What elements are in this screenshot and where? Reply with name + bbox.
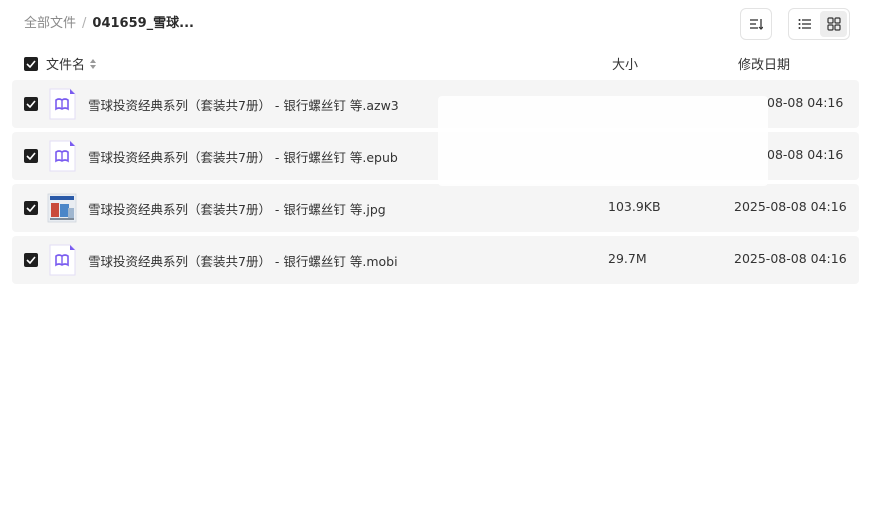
file-size: 103.9KB bbox=[608, 199, 661, 214]
breadcrumb-root-link[interactable]: 全部文件 bbox=[24, 14, 76, 34]
file-name[interactable]: 雪球投资经典系列（套装共7册） - 银行螺丝钉 等.mobi bbox=[88, 251, 398, 270]
file-name[interactable]: 雪球投资经典系列（套装共7册） - 银行螺丝钉 等.azw3 bbox=[88, 95, 399, 114]
check-icon bbox=[26, 204, 36, 212]
size-column-header[interactable]: 大小 bbox=[612, 54, 638, 73]
table-row[interactable]: 雪球投资经典系列（套装共7册） - 银行螺丝钉 等.mobi 29.7M 202… bbox=[12, 236, 859, 284]
grid-view-button[interactable] bbox=[820, 11, 847, 37]
grid-view-icon bbox=[826, 17, 841, 31]
top-bar: 全部文件 / 041659_雪球... bbox=[0, 0, 874, 48]
file-date: 2025-08-08 04:16 bbox=[734, 251, 847, 266]
list-view-icon bbox=[798, 19, 811, 29]
row-checkbox[interactable] bbox=[24, 149, 38, 163]
breadcrumb-separator: / bbox=[82, 16, 87, 31]
view-toggle bbox=[788, 8, 850, 40]
breadcrumb: 全部文件 / 041659_雪球... bbox=[24, 14, 194, 34]
loading-overlay bbox=[438, 96, 768, 186]
file-size: 29.7M bbox=[608, 251, 647, 266]
date-column-header[interactable]: 修改日期 bbox=[738, 54, 790, 73]
file-date: 08-08 04:16 bbox=[767, 147, 844, 162]
name-column-label: 文件名 bbox=[46, 58, 86, 73]
row-checkbox[interactable] bbox=[24, 253, 38, 267]
image-thumbnail-icon bbox=[47, 193, 77, 223]
column-header-row: 文件名 大小 修改日期 bbox=[0, 52, 874, 76]
row-checkbox[interactable] bbox=[24, 97, 38, 111]
sort-button[interactable] bbox=[740, 8, 772, 40]
file-name[interactable]: 雪球投资经典系列（套装共7册） - 银行螺丝钉 等.epub bbox=[88, 147, 398, 166]
table-row[interactable]: 雪球投资经典系列（套装共7册） - 银行螺丝钉 等.jpg 103.9KB 20… bbox=[12, 184, 859, 232]
book-file-icon bbox=[49, 88, 76, 120]
file-name[interactable]: 雪球投资经典系列（套装共7册） - 银行螺丝钉 等.jpg bbox=[88, 199, 386, 218]
name-column-header[interactable]: 文件名 bbox=[46, 54, 97, 73]
sort-lines-icon bbox=[750, 19, 763, 30]
select-all-checkbox[interactable] bbox=[24, 57, 38, 71]
file-date: 08-08 04:16 bbox=[767, 95, 844, 110]
book-file-icon bbox=[49, 244, 76, 276]
sort-updown-icon bbox=[90, 58, 97, 69]
list-view-button[interactable] bbox=[791, 11, 818, 37]
check-icon bbox=[26, 60, 36, 68]
file-date: 2025-08-08 04:16 bbox=[734, 199, 847, 214]
row-checkbox[interactable] bbox=[24, 201, 38, 215]
breadcrumb-current-folder: 041659_雪球... bbox=[92, 16, 194, 31]
check-icon bbox=[26, 256, 36, 264]
check-icon bbox=[26, 152, 36, 160]
check-icon bbox=[26, 100, 36, 108]
book-file-icon bbox=[49, 140, 76, 172]
